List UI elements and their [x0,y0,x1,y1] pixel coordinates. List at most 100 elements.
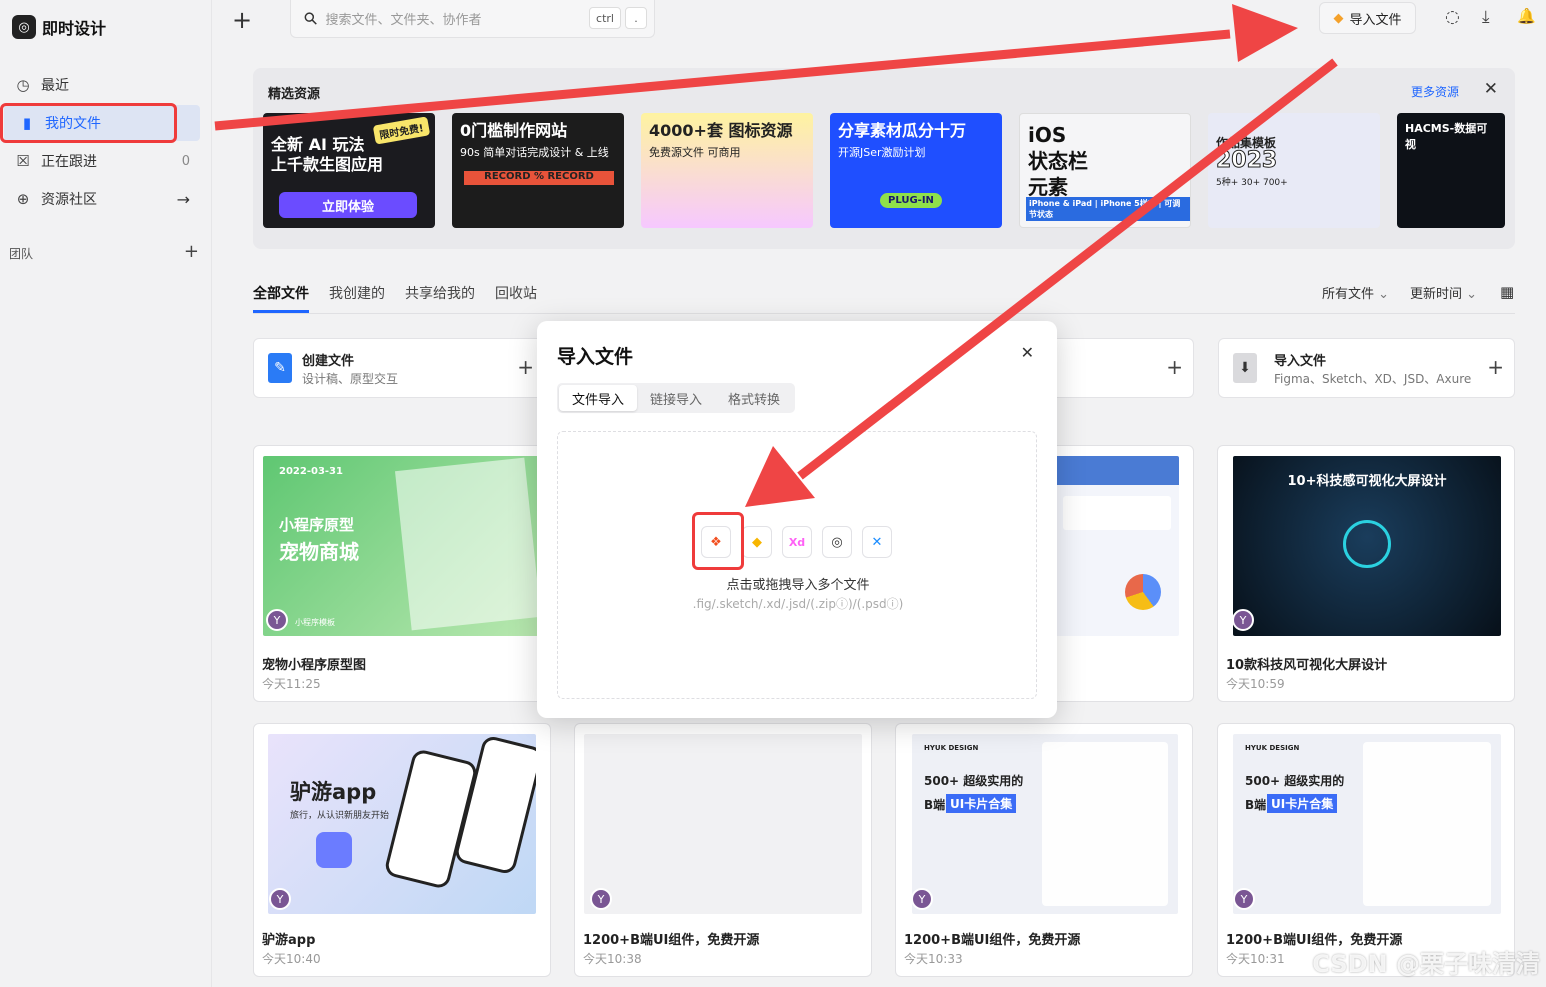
card-subtitle: 免费源文件 可商用 [649,146,741,159]
more-resources-link[interactable]: 更多资源 [1411,83,1459,100]
axure-icon: ✕ [862,526,892,558]
card-subtitle: 2023 [1216,148,1278,173]
try-now-button[interactable]: 立即体验 [279,192,417,218]
tab-created-by-me[interactable]: 我创建的 [329,283,385,303]
grid-view-icon[interactable]: ▦ [1500,283,1514,301]
file-name: 1200+B端UI组件，免费开源 [904,933,1081,948]
import-file-dialog: 导入文件 ✕ 文件导入 链接导入 格式转换 ❖ ◆ Xd ◎ ✕ 点击或拖拽导入… [537,321,1057,718]
avatar: Y [266,609,288,631]
featured-card-ai[interactable]: 全新 AI 玩法 上千款生图应用 限时免费! 立即体验 [263,113,435,228]
card-subtitle: 状态栏 [1028,149,1088,173]
file-thumbnail: HYUK DESIGN 500+ 超级实用的 B端 UI卡片合集 [1233,734,1501,914]
add-icon[interactable]: + [517,355,534,379]
tab-shared-with-me[interactable]: 共享给我的 [405,283,475,303]
logo-icon: ◎ [12,15,36,39]
new-file-button[interactable]: + [232,6,252,34]
shortcut-dot: . [625,7,647,29]
file-card-b-ui-1[interactable]: Y 1200+B端UI组件，免费开源 今天10:38 [574,723,872,977]
tab-all-files[interactable]: 全部文件 [253,283,309,303]
thumb-app-icon [316,832,352,868]
featured-card-share[interactable]: 分享素材瓜分十万 开源JSer激励计划 PLUG-IN [830,113,1002,228]
action-card-middle[interactable]: + [1040,338,1194,398]
thumb-title: 驴游app [290,780,377,804]
thumb-subtitle: 宠物商城 [279,540,359,564]
tab-trash[interactable]: 回收站 [495,283,537,303]
featured-card-portfolio[interactable]: 作品集模板 2023 5种+ 30+ 700+ [1208,113,1380,228]
close-icon[interactable]: ✕ [1021,343,1034,362]
file-thumbnail: HYUK DESIGN 500+ 超级实用的 B端 UI卡片合集 [912,734,1178,914]
featured-card-icons[interactable]: 4000+套 图标资源 免费源文件 可商用 [641,113,813,228]
file-thumbnail: 2022-03-31 小程序原型 宠物商城 小程序模板 [263,456,541,636]
sidebar-item-following[interactable]: ☒ 正在跟进 0 [0,143,212,179]
jsd-icon: ◎ [822,526,852,558]
file-card-tech-dashboard[interactable]: 10+科技感可视化大屏设计 Y 10款科技风可视化大屏设计 今天10:59 [1217,445,1515,702]
pen-file-icon: ✎ [268,353,292,383]
file-dropzone[interactable]: ❖ ◆ Xd ◎ ✕ 点击或拖拽导入多个文件 .fig/.sketch/.xd/… [557,431,1037,699]
featured-card-ios[interactable]: iOS 状态栏 元素 iPhone & iPad | iPhone 5样式 | … [1019,113,1191,228]
avatar: Y [911,888,933,910]
sidebar-item-my-files[interactable]: ▮ 我的文件 [4,105,200,141]
tab-format-convert[interactable]: 格式转换 [715,385,793,411]
import-file-card[interactable]: ⬇ 导入文件 Figma、Sketch、XD、JSD、Axure + [1218,338,1515,398]
file-time: 今天10:33 [904,952,963,966]
follow-icon: ☒ [16,152,30,170]
filter-all-files[interactable]: 所有文件 ⌄ [1322,283,1389,302]
close-icon[interactable]: ✕ [1484,79,1498,99]
logo[interactable]: ◎ 即时设计 [12,15,106,39]
sketch-icon: ◆ [742,526,772,558]
sidebar: ◎ 即时设计 ◷ 最近 ▮ 我的文件 ☒ 正在跟进 0 ⊕ 资源社区 → 团队 … [0,0,212,987]
file-card-dashboard[interactable] [1036,445,1194,702]
card-title: HACMS-数据可视 [1405,122,1488,151]
dropzone-extensions: .fig/.sketch/.xd/.jsd/(.zipⓘ)/(.psdⓘ) [692,597,904,611]
file-name: 宠物小程序原型图 [262,658,367,673]
file-time: 今天10:59 [1226,677,1285,691]
create-file-title: 创建文件 [302,354,355,369]
tabs-divider [253,313,1515,314]
import-file-button[interactable]: ◆ 导入文件 [1319,2,1416,34]
tab-file-import[interactable]: 文件导入 [559,385,637,411]
bulb-icon[interactable]: ◌ [1445,7,1460,27]
featured-card-website[interactable]: 0门槛制作网站 90s 简单对话完成设计 & 上线 RECORD % RECOR… [452,113,624,228]
search-placeholder: 搜索文件、文件夹、协作者 [325,13,482,28]
file-thumbnail [584,734,862,914]
sidebar-item-label: 资源社区 [41,192,97,208]
thumb-highlight: UI卡片合集 [946,794,1017,813]
featured-card-hacms[interactable]: HACMS-数据可视 [1397,113,1505,228]
avatar: Y [1232,609,1254,631]
card-title: 4000+套 图标资源 [649,121,793,140]
sidebar-item-recent[interactable]: ◷ 最近 [0,67,212,103]
dropzone-hint: 点击或拖拽导入多个文件 [726,578,870,593]
file-time: 今天10:38 [583,952,642,966]
team-section: 团队 + [9,243,199,262]
download-icon[interactable]: ⤓ [1482,7,1490,27]
featured-title: 精选资源 [268,87,321,102]
thumb-title: 小程序原型 [279,516,355,534]
add-icon[interactable]: + [1487,355,1504,379]
file-card-b-ui-3[interactable]: HYUK DESIGN 500+ 超级实用的 B端 UI卡片合集 Y 1200+… [1217,723,1515,977]
avatar: Y [1233,888,1255,910]
create-file-card[interactable]: ✎ 创建文件 设计稿、原型交互 + [253,338,545,398]
add-team-button[interactable]: + [184,243,199,262]
import-file-subtitle: Figma、Sketch、XD、JSD、Axure [1274,372,1472,386]
thumb-brand: HYUK DESIGN [924,744,979,752]
topbar: + ⚲ 搜索文件、文件夹、协作者 ctrl . ◆ 导入文件 ◌ ⤓ 🔔 [212,0,1546,46]
add-icon[interactable]: + [1166,355,1183,379]
search-input[interactable]: ⚲ 搜索文件、文件夹、协作者 ctrl . [290,0,655,38]
watermark: CSDN @栗子味清清 [1312,950,1540,978]
sidebar-item-community[interactable]: ⊕ 资源社区 → [0,181,212,217]
thumb-mockup [394,457,541,631]
sidebar-item-label: 正在跟进 [41,154,97,170]
import-file-label: 导入文件 [1349,12,1402,28]
chevron-down-icon: ⌄ [1378,287,1390,302]
globe-icon: ⊕ [16,190,30,208]
card-caption: iPhone & iPad | iPhone 5样式 | 可调节状态 [1026,197,1190,221]
thumb-title: 500+ 超级实用的 [1245,774,1345,788]
file-card-b-ui-2[interactable]: HYUK DESIGN 500+ 超级实用的 B端 UI卡片合集 Y 1200+… [895,723,1193,977]
file-card-pet-app[interactable]: 2022-03-31 小程序原型 宠物商城 小程序模板 Y 宠物小程序原型图 今… [253,445,551,702]
bell-icon[interactable]: 🔔 [1517,7,1536,25]
file-card-travel-app[interactable]: 驴游app 旅行，从认识新朋友开始 Y 驴游app 今天10:40 [253,723,551,977]
tab-link-import[interactable]: 链接导入 [637,385,715,411]
sort-dropdown[interactable]: 更新时间 ⌄ [1410,283,1477,302]
dialog-title: 导入文件 [557,346,634,368]
thumb-title: 10+科技感可视化大屏设计 [1287,474,1447,489]
